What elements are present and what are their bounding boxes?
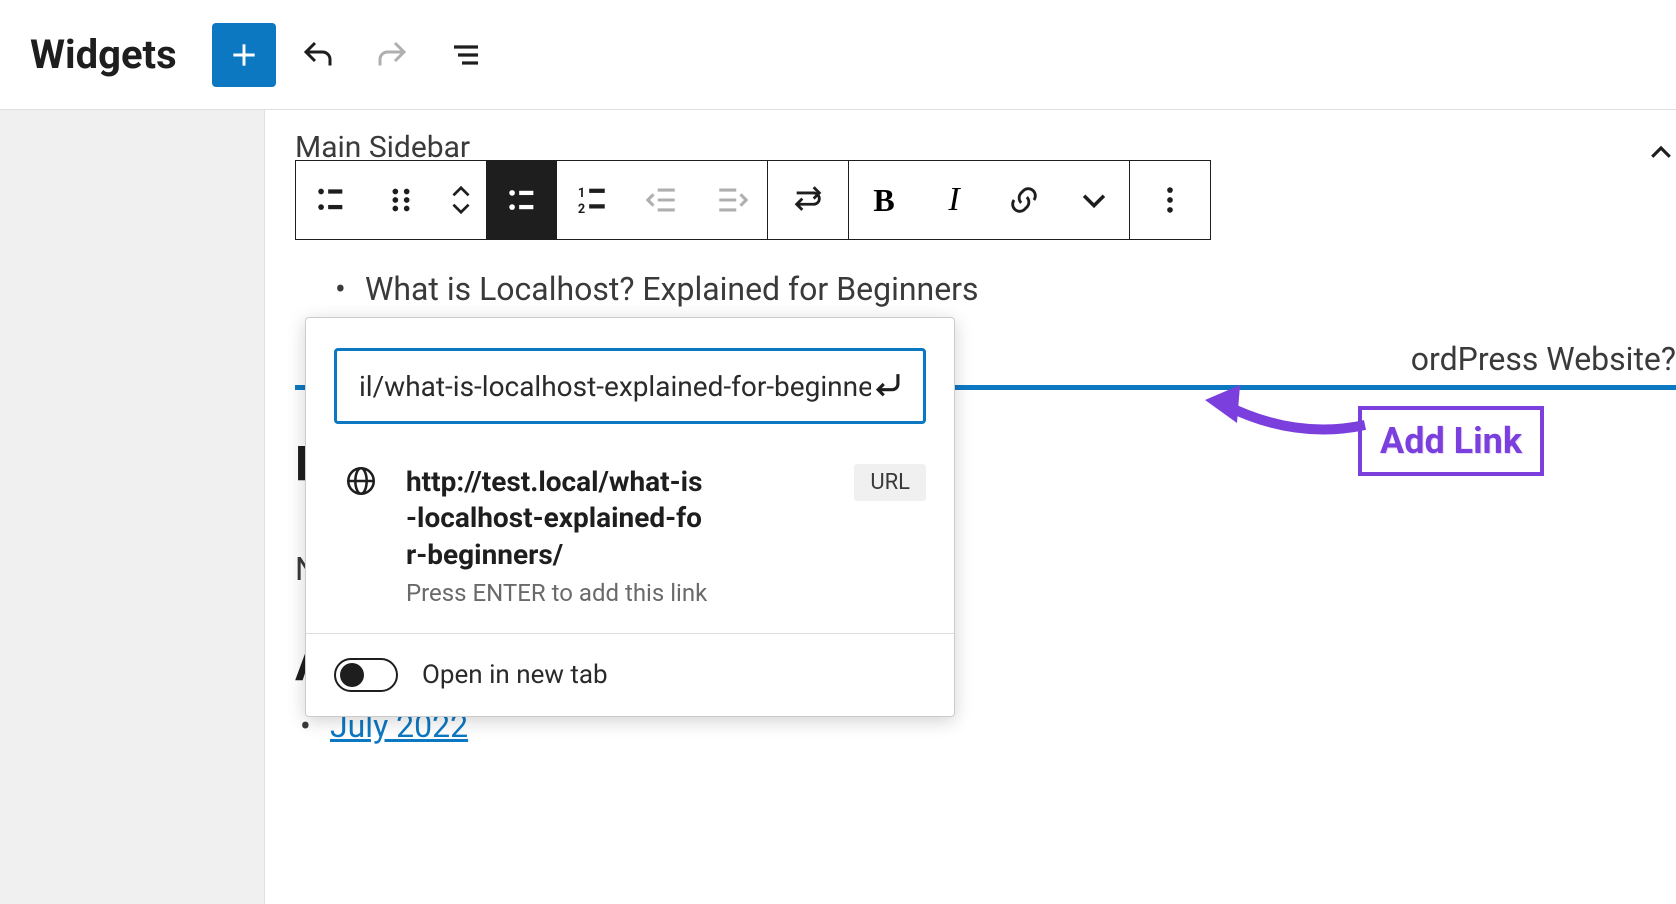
svg-text:2: 2 bbox=[578, 202, 585, 217]
bold-icon: B bbox=[873, 182, 894, 219]
link-submit-button[interactable] bbox=[871, 367, 905, 405]
link-popover: http://test.local/what-is-localhost-expl… bbox=[305, 317, 955, 717]
add-block-button[interactable] bbox=[212, 23, 276, 87]
chevron-up-icon bbox=[448, 182, 474, 200]
unordered-list-button[interactable] bbox=[487, 161, 557, 239]
list-icon bbox=[314, 183, 348, 217]
open-new-tab-row: Open in new tab bbox=[306, 634, 954, 716]
open-new-tab-toggle[interactable] bbox=[334, 658, 398, 692]
annotation-label: Add Link bbox=[1358, 406, 1544, 476]
editor-header: Widgets bbox=[0, 0, 1676, 110]
plus-icon bbox=[228, 39, 260, 71]
dots-vertical-icon bbox=[1153, 183, 1187, 217]
ordered-list-icon: 12 bbox=[575, 183, 609, 217]
redo-icon bbox=[374, 37, 410, 73]
link-suggestion-hint: Press ENTER to add this link bbox=[406, 579, 826, 607]
link-url-input[interactable] bbox=[359, 370, 871, 403]
ordered-list-button[interactable]: 12 bbox=[557, 161, 627, 239]
indent-icon bbox=[715, 183, 749, 217]
drag-icon bbox=[384, 183, 418, 217]
globe-icon bbox=[344, 464, 378, 502]
annotation-callout: Add Link bbox=[1358, 406, 1544, 476]
list-item-partial: ordPress Website? bbox=[1411, 340, 1676, 378]
collapse-button[interactable] bbox=[1646, 138, 1676, 172]
bullet-list-icon bbox=[505, 183, 539, 217]
link-icon bbox=[1007, 183, 1041, 217]
redo-button[interactable] bbox=[360, 23, 424, 87]
sidebar-panel bbox=[0, 110, 265, 904]
svg-text:1: 1 bbox=[578, 186, 585, 201]
more-formatting-button[interactable] bbox=[1059, 161, 1129, 239]
list-item[interactable]: What is Localhost? Explained for Beginne… bbox=[335, 265, 1646, 313]
drag-handle[interactable] bbox=[366, 161, 436, 239]
link-suggestion[interactable]: http://test.local/what-is-localhost-expl… bbox=[306, 444, 954, 633]
indent-button[interactable] bbox=[697, 161, 767, 239]
block-type-button[interactable] bbox=[296, 161, 366, 239]
italic-icon: I bbox=[948, 181, 959, 219]
block-movers[interactable] bbox=[436, 182, 486, 218]
link-type-badge: URL bbox=[854, 464, 926, 501]
chevron-up-icon bbox=[1646, 138, 1676, 168]
content-area: Main Sidebar bbox=[265, 110, 1676, 904]
page-title: Widgets bbox=[30, 31, 177, 78]
block-toolbar: 12 B I bbox=[295, 160, 1211, 240]
bold-button[interactable]: B bbox=[849, 161, 919, 239]
outdent-button[interactable] bbox=[627, 161, 697, 239]
link-url-field-wrapper bbox=[334, 348, 926, 424]
link-suggestion-url: http://test.local/what-is-localhost-expl… bbox=[406, 464, 706, 573]
transform-icon bbox=[791, 183, 825, 217]
undo-icon bbox=[300, 37, 336, 73]
annotation-arrow bbox=[1205, 385, 1375, 455]
chevron-down-icon bbox=[1077, 183, 1111, 217]
link-button[interactable] bbox=[989, 161, 1059, 239]
enter-icon bbox=[871, 367, 905, 401]
chevron-down-icon bbox=[448, 200, 474, 218]
undo-button[interactable] bbox=[286, 23, 350, 87]
list-view-button[interactable] bbox=[434, 23, 498, 87]
list-view-icon bbox=[450, 39, 482, 71]
block-options-button[interactable] bbox=[1130, 161, 1210, 239]
italic-button[interactable]: I bbox=[919, 161, 989, 239]
editor-layout: Main Sidebar bbox=[0, 110, 1676, 904]
open-new-tab-label: Open in new tab bbox=[422, 660, 608, 690]
align-button[interactable] bbox=[768, 161, 848, 239]
outdent-icon bbox=[645, 183, 679, 217]
